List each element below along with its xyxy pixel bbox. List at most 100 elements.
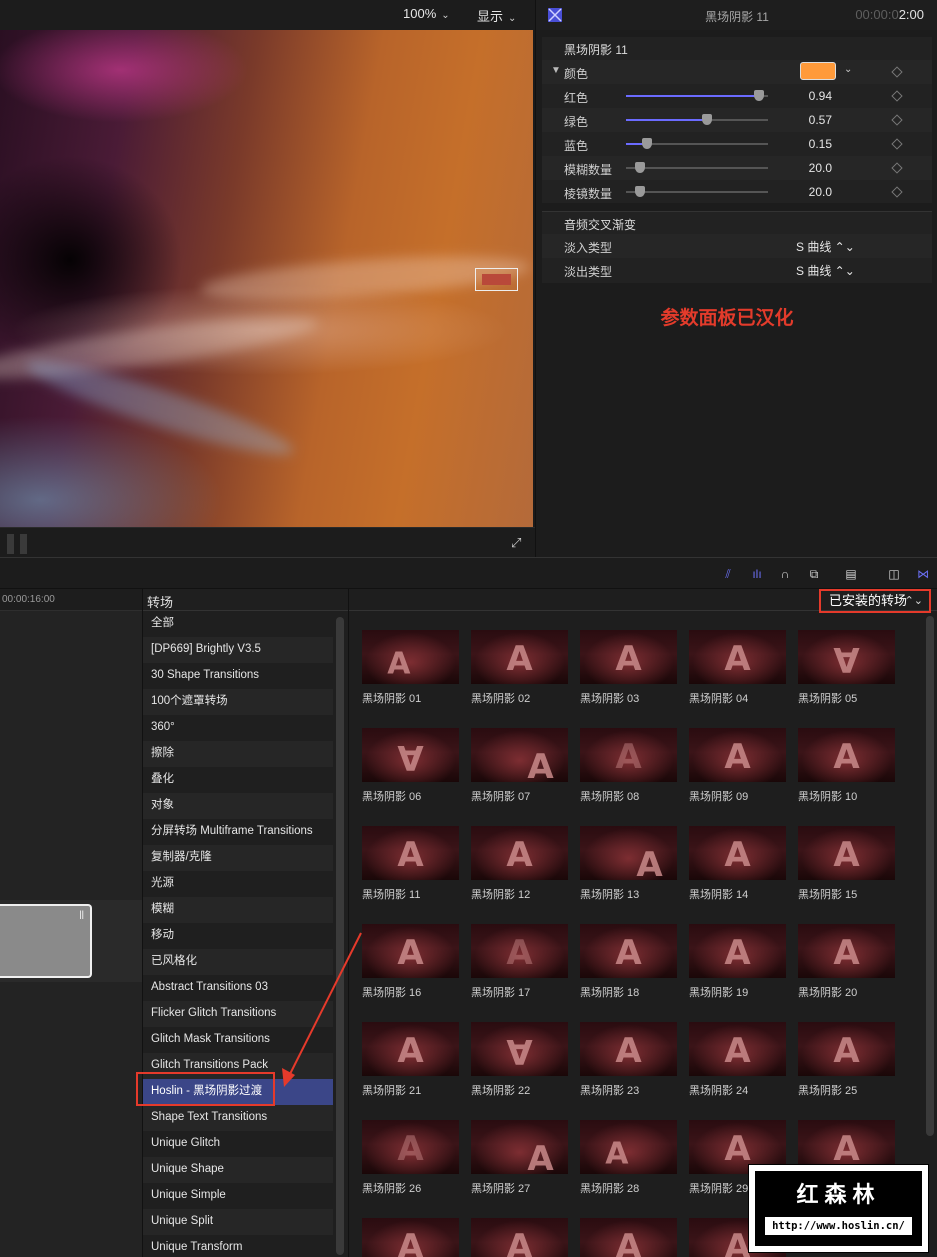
keyframe-icon[interactable]	[891, 114, 903, 126]
transition-thumbnail[interactable]: A 黑场阴影 13	[580, 826, 678, 904]
transition-thumbnail[interactable]: A 黑场阴影 08	[580, 728, 678, 806]
timeline-clip[interactable]: ||	[0, 904, 92, 978]
transition-category-item[interactable]: 模糊	[143, 897, 333, 923]
slider-track[interactable]	[626, 191, 768, 193]
transition-category-item[interactable]: 对象	[143, 793, 333, 819]
timeline-ruler[interactable]: 00:00:16:00	[0, 589, 142, 611]
transition-thumbnail[interactable]: A 黑场阴影 16	[362, 924, 460, 1002]
clip-appearance-icon[interactable]: ▤	[843, 567, 859, 581]
solo-icon[interactable]: ⧉	[806, 567, 822, 581]
transition-thumbnail[interactable]: A 黑场阴影 12	[471, 826, 569, 904]
param-value[interactable]: 20.0	[792, 185, 832, 199]
transition-thumbnail[interactable]: A 黑场阴影 19	[689, 924, 787, 1002]
transition-category-item[interactable]: 擦除	[143, 741, 333, 767]
transition-category-item[interactable]: 360°	[143, 715, 333, 741]
snapping-icon[interactable]: ⫽	[720, 567, 736, 581]
transition-thumbnail[interactable]: A 黑场阴影 11	[362, 826, 460, 904]
transition-thumbnail[interactable]: A 黑场阴影 04	[689, 630, 787, 708]
transition-category-item[interactable]: Glitch Mask Transitions	[143, 1027, 333, 1053]
param-label: 颜色	[564, 67, 589, 81]
transition-category-item[interactable]: Unique Shape	[143, 1157, 333, 1183]
param-value[interactable]: 0.57	[792, 113, 832, 127]
transition-thumbnail[interactable]: A 黑场阴影 25	[798, 1022, 896, 1100]
transition-thumbnail[interactable]: A 黑场阴影 23	[580, 1022, 678, 1100]
transition-category-item[interactable]: Unique Split	[143, 1209, 333, 1235]
transition-category-item[interactable]: Unique Transform	[143, 1235, 333, 1257]
transition-category-item[interactable]: 全部	[143, 611, 333, 637]
transition-thumbnail[interactable]: A 黑场阴影 09	[689, 728, 787, 806]
transition-thumbnail[interactable]: A	[580, 1218, 678, 1257]
slider-knob[interactable]	[642, 138, 652, 149]
fullscreen-icon[interactable]: ⤢	[511, 536, 525, 550]
transition-thumbnail[interactable]: A 黑场阴影 24	[689, 1022, 787, 1100]
param-value[interactable]: 0.94	[792, 89, 832, 103]
transition-category-item[interactable]: 已风格化	[143, 949, 333, 975]
slider-knob[interactable]	[635, 186, 645, 197]
transition-thumbnail[interactable]: A 黑场阴影 05	[798, 630, 896, 708]
keyframe-icon[interactable]	[891, 162, 903, 174]
transition-category-item[interactable]: 移动	[143, 923, 333, 949]
installed-transitions-menu[interactable]: 已安装的转场 ⌃⌄	[819, 589, 931, 613]
transition-thumbnail[interactable]: A 黑场阴影 03	[580, 630, 678, 708]
transition-thumbnail[interactable]: A 黑场阴影 06	[362, 728, 460, 806]
slider-track[interactable]	[626, 119, 768, 121]
transition-thumbnail[interactable]: A 黑场阴影 17	[471, 924, 569, 1002]
transition-thumbnail[interactable]: A 黑场阴影 01	[362, 630, 460, 708]
onscreen-control[interactable]	[475, 268, 518, 291]
list-scrollbar[interactable]	[336, 617, 344, 1255]
zoom-menu[interactable]: 100% ⌄	[403, 6, 450, 21]
slider-track[interactable]	[626, 95, 768, 97]
disclosure-triangle-icon[interactable]: ▼	[551, 65, 561, 76]
param-value[interactable]: 0.15	[792, 137, 832, 151]
transition-thumbnail[interactable]: A 黑场阴影 20	[798, 924, 896, 1002]
grid-scrollbar[interactable]	[926, 616, 934, 1136]
transition-category-item[interactable]: [DP669] Brightly V3.5	[143, 637, 333, 663]
slider-knob[interactable]	[754, 90, 764, 101]
transition-category-item[interactable]: 100个遮罩转场	[143, 689, 333, 715]
transition-category-item[interactable]: 叠化	[143, 767, 333, 793]
transition-category-item[interactable]: Unique Glitch	[143, 1131, 333, 1157]
transition-category-item[interactable]: 分屏转场 Multiframe Transitions	[143, 819, 333, 845]
transition-category-item[interactable]: 30 Shape Transitions	[143, 663, 333, 689]
param-value[interactable]: 20.0	[792, 161, 832, 175]
chevron-down-icon[interactable]: ⌄	[844, 64, 852, 75]
keyframe-icon[interactable]	[891, 186, 903, 198]
transition-thumbnail[interactable]: A 黑场阴影 26	[362, 1120, 460, 1198]
transition-category-item[interactable]: 光源	[143, 871, 333, 897]
transition-thumbnail[interactable]: A	[362, 1218, 460, 1257]
transition-category-item[interactable]: 复制器/克隆	[143, 845, 333, 871]
transition-category-item[interactable]: Flicker Glitch Transitions	[143, 1001, 333, 1027]
slider-knob[interactable]	[702, 114, 712, 125]
fade-out-select[interactable]: S 曲线 ⌃⌄	[796, 262, 855, 279]
thumbnail-label: 黑场阴影 09	[689, 791, 749, 803]
effects-browser-icon[interactable]: ◫	[886, 567, 902, 581]
video-frame[interactable]	[0, 30, 533, 527]
slider-track[interactable]	[626, 167, 768, 169]
transition-thumbnail[interactable]: A 黑场阴影 22	[471, 1022, 569, 1100]
transition-thumbnail[interactable]: A 黑场阴影 07	[471, 728, 569, 806]
color-well[interactable]	[800, 62, 836, 80]
transition-category-item[interactable]: Shape Text Transitions	[143, 1105, 333, 1131]
transition-thumbnail[interactable]: A	[471, 1218, 569, 1257]
headphones-icon[interactable]: ∩	[777, 567, 793, 581]
transition-category-item[interactable]: Unique Simple	[143, 1183, 333, 1209]
display-menu[interactable]: 显示 ⌄	[477, 6, 516, 25]
transition-thumbnail[interactable]: A 黑场阴影 18	[580, 924, 678, 1002]
keyframe-icon[interactable]	[891, 138, 903, 150]
transition-thumbnail[interactable]: A 黑场阴影 14	[689, 826, 787, 904]
transitions-browser-icon[interactable]: ⋈	[915, 567, 931, 581]
transition-thumbnail[interactable]: A 黑场阴影 28	[580, 1120, 678, 1198]
transition-thumbnail[interactable]: A 黑场阴影 15	[798, 826, 896, 904]
transition-category-item[interactable]: Abstract Transitions 03	[143, 975, 333, 1001]
drag-handle[interactable]	[7, 534, 14, 554]
transition-thumbnail[interactable]: A 黑场阴影 21	[362, 1022, 460, 1100]
transition-thumbnail[interactable]: A 黑场阴影 10	[798, 728, 896, 806]
transition-thumbnail[interactable]: A 黑场阴影 02	[471, 630, 569, 708]
slider-knob[interactable]	[635, 162, 645, 173]
keyframe-icon[interactable]	[891, 66, 903, 78]
drag-handle[interactable]	[20, 534, 27, 554]
audio-skimming-icon[interactable]: ılı	[749, 567, 765, 581]
fade-in-select[interactable]: S 曲线 ⌃⌄	[796, 238, 855, 255]
transition-thumbnail[interactable]: A 黑场阴影 27	[471, 1120, 569, 1198]
keyframe-icon[interactable]	[891, 90, 903, 102]
